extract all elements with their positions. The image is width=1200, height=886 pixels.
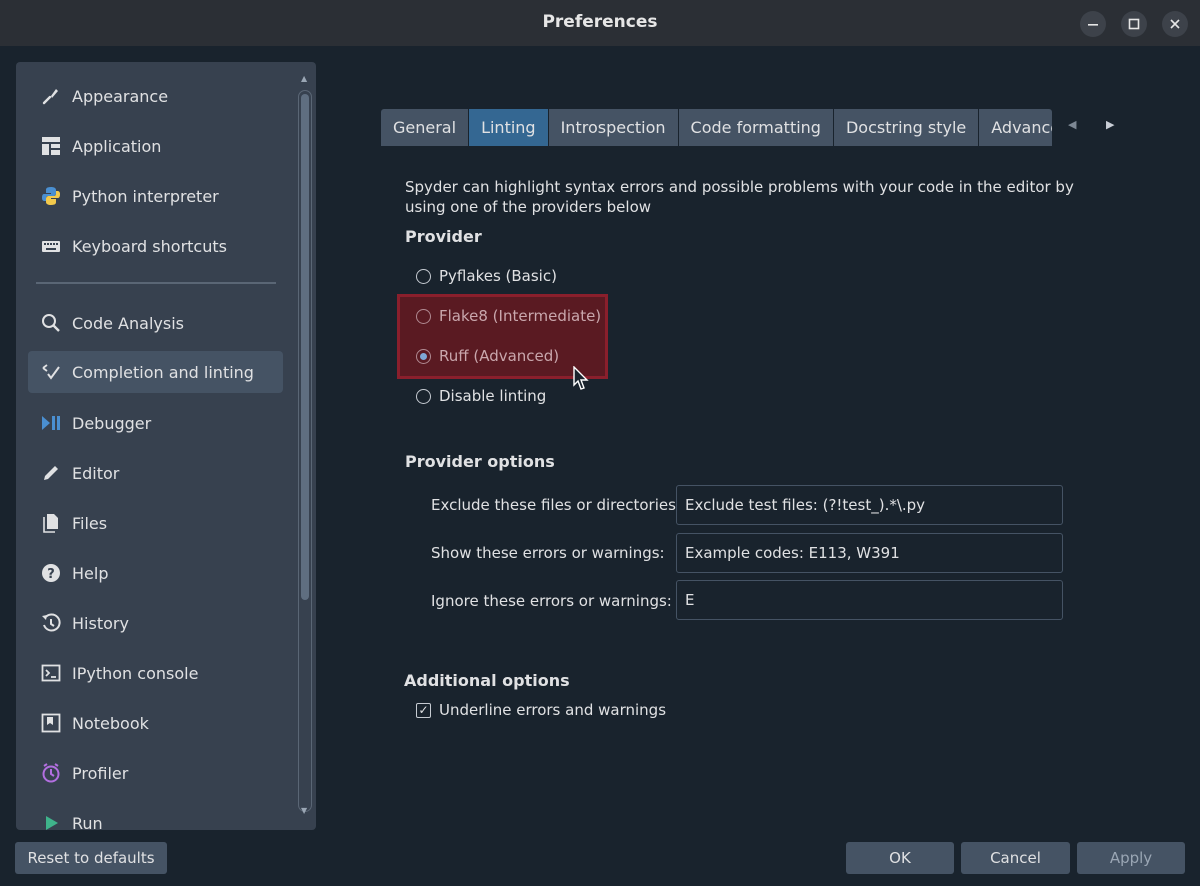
maximize-button[interactable] xyxy=(1121,11,1147,37)
sidebar-divider xyxy=(36,282,276,284)
additional-options-title: Additional options xyxy=(404,671,570,690)
preferences-tabs: General Linting Introspection Code forma… xyxy=(381,109,1052,146)
close-button[interactable] xyxy=(1162,11,1188,37)
sidebar-item-help[interactable]: ? Help xyxy=(28,552,283,594)
apply-button[interactable]: Apply xyxy=(1077,842,1185,874)
files-icon xyxy=(40,512,62,534)
radio-ruff[interactable]: Ruff (Advanced) xyxy=(416,347,559,365)
sidebar-item-label: Appearance xyxy=(72,86,169,106)
provider-title: Provider xyxy=(405,227,482,246)
mouse-cursor-icon xyxy=(573,366,589,390)
terminal-icon xyxy=(40,662,62,684)
sidebar-item-label: IPython console xyxy=(72,663,199,683)
minimize-icon xyxy=(1088,24,1098,26)
preferences-sidebar: Appearance Application Python interprete… xyxy=(16,62,316,830)
debugger-icon xyxy=(40,412,62,434)
sidebar-item-completion-and-linting[interactable]: Completion and linting xyxy=(28,351,283,393)
checkbox-indicator[interactable]: ✓ xyxy=(416,702,431,718)
sidebar-item-debugger[interactable]: Debugger xyxy=(28,402,283,444)
window-title: Preferences xyxy=(542,12,658,32)
sidebar-item-label: Completion and linting xyxy=(72,362,254,382)
sidebar-item-label: Help xyxy=(72,563,109,583)
svg-text:?: ? xyxy=(47,567,55,582)
ok-button[interactable]: OK xyxy=(846,842,954,874)
cancel-button[interactable]: Cancel xyxy=(961,842,1070,874)
sidebar-item-label: History xyxy=(72,613,129,633)
exclude-label: Exclude these files or directories: xyxy=(431,496,681,514)
help-icon: ? xyxy=(40,562,62,584)
radio-indicator[interactable] xyxy=(416,308,431,324)
profiler-icon xyxy=(40,762,62,784)
radio-label: Ruff (Advanced) xyxy=(439,347,560,365)
notebook-icon xyxy=(40,712,62,734)
show-errors-input[interactable]: Example codes: E113, W391 xyxy=(676,533,1063,573)
sidebar-item-label: Editor xyxy=(72,463,120,483)
sidebar-item-label: Debugger xyxy=(72,413,152,433)
ignore-errors-label: Ignore these errors or warnings: xyxy=(431,592,672,610)
linting-description: Spyder can highlight syntax errors and p… xyxy=(405,178,1074,216)
scrollbar-thumb[interactable] xyxy=(301,94,309,600)
radio-label: Pyflakes (Basic) xyxy=(439,267,557,285)
run-icon xyxy=(40,812,62,830)
tab-linting[interactable]: Linting xyxy=(469,109,549,146)
scroll-down-arrow-icon[interactable]: ▼ xyxy=(301,807,309,815)
code-analysis-icon xyxy=(40,312,62,334)
sidebar-item-history[interactable]: History xyxy=(28,602,283,644)
tab-advanced[interactable]: Advance xyxy=(979,109,1052,146)
sidebar-item-files[interactable]: Files xyxy=(28,502,283,544)
app-layout-icon xyxy=(40,135,62,157)
tab-introspection[interactable]: Introspection xyxy=(548,109,679,146)
radio-indicator[interactable] xyxy=(416,268,431,284)
sidebar-item-ipython-console[interactable]: IPython console xyxy=(28,652,283,694)
sidebar-item-label: Run xyxy=(72,813,103,831)
sidebar-item-keyboard-shortcuts[interactable]: Keyboard shortcuts xyxy=(28,225,283,267)
sidebar-item-application[interactable]: Application xyxy=(28,125,283,167)
tab-code-formatting[interactable]: Code formatting xyxy=(678,109,834,146)
exclude-input[interactable]: Exclude test files: (?!test_).*\.py xyxy=(676,485,1063,525)
keyboard-icon xyxy=(40,235,62,257)
close-icon xyxy=(1170,19,1180,29)
sidebar-item-editor[interactable]: Editor xyxy=(28,452,283,494)
sidebar-item-appearance[interactable]: Appearance xyxy=(28,75,283,117)
underline-errors-checkbox[interactable]: ✓ Underline errors and warnings xyxy=(416,701,666,719)
tab-scroll-left-icon[interactable]: ◀ xyxy=(1068,118,1076,131)
sidebar-item-label: Files xyxy=(72,513,108,533)
completion-icon xyxy=(40,361,62,383)
title-bar: Preferences xyxy=(0,0,1200,46)
radio-disable-linting[interactable]: Disable linting xyxy=(416,387,546,405)
python-icon xyxy=(40,185,62,207)
provider-options-title: Provider options xyxy=(405,452,555,471)
radio-pyflakes[interactable]: Pyflakes (Basic) xyxy=(416,267,557,285)
reset-to-defaults-button[interactable]: Reset to defaults xyxy=(15,842,167,874)
radio-indicator[interactable] xyxy=(416,388,431,404)
maximize-icon xyxy=(1128,18,1140,30)
pencil-icon xyxy=(40,462,62,484)
tab-general[interactable]: General xyxy=(381,109,470,146)
sidebar-item-label: Application xyxy=(72,136,162,156)
sidebar-item-label: Notebook xyxy=(72,713,149,733)
sidebar-item-run[interactable]: Run xyxy=(28,802,283,830)
paint-brush-icon xyxy=(40,85,62,107)
radio-indicator[interactable] xyxy=(416,348,431,364)
radio-label: Flake8 (Intermediate) xyxy=(439,307,602,325)
radio-label: Disable linting xyxy=(439,387,547,405)
sidebar-scrollbar[interactable] xyxy=(298,90,312,812)
minimize-button[interactable] xyxy=(1080,11,1106,37)
sidebar-item-label: Profiler xyxy=(72,763,129,783)
history-icon xyxy=(40,612,62,634)
radio-flake8[interactable]: Flake8 (Intermediate) xyxy=(416,307,601,325)
tab-scroll-right-icon[interactable]: ▶ xyxy=(1106,118,1114,131)
scroll-up-arrow-icon[interactable]: ▲ xyxy=(301,75,309,83)
checkbox-label: Underline errors and warnings xyxy=(439,701,667,719)
sidebar-item-label: Keyboard shortcuts xyxy=(72,236,227,256)
sidebar-item-profiler[interactable]: Profiler xyxy=(28,752,283,794)
sidebar-item-label: Python interpreter xyxy=(72,186,219,206)
show-errors-label: Show these errors or warnings: xyxy=(431,544,665,562)
sidebar-item-code-analysis[interactable]: Code Analysis xyxy=(28,302,283,344)
tab-docstring-style[interactable]: Docstring style xyxy=(833,109,980,146)
sidebar-item-label: Code Analysis xyxy=(72,313,184,333)
ignore-errors-input[interactable]: E xyxy=(676,580,1063,620)
sidebar-item-python-interpreter[interactable]: Python interpreter xyxy=(28,175,283,217)
sidebar-item-notebook[interactable]: Notebook xyxy=(28,702,283,744)
